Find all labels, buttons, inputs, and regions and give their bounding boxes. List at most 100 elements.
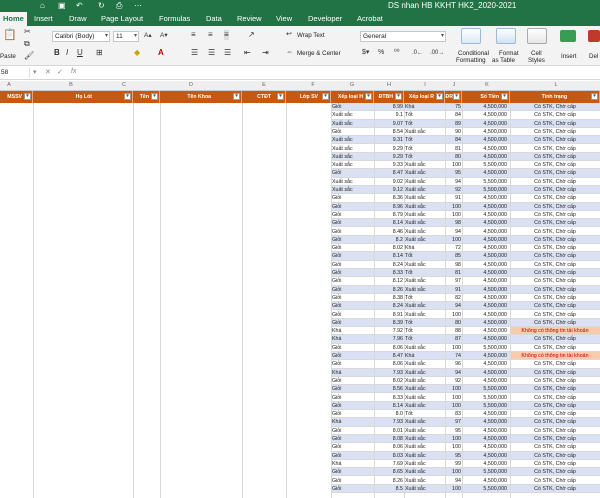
empty-cells[interactable] [0,169,331,178]
cell-xep-loai-r[interactable]: Xuất sắc [404,302,445,311]
cell-xep-loai-r[interactable]: Xuất sắc [404,285,445,294]
cell-dr[interactable]: 87 [445,335,462,344]
cell-tinh-trang[interactable]: Có STK, Chờ cấp [510,477,600,485]
cell-tinh-trang[interactable]: Có STK, Chờ cấp [510,435,600,444]
cell-so-tien[interactable]: 4,500,000 [462,435,510,444]
function-icon[interactable]: fx [71,68,76,75]
cell-dr[interactable]: 88 [445,327,462,336]
cell-dtbh[interactable]: 8.91 [374,311,404,319]
tab-developer[interactable]: Developer [308,12,342,26]
format-as-table-label-2[interactable]: as Table [492,57,515,64]
cell-so-tien[interactable]: 4,500,000 [462,285,510,294]
cell-xep-loai-h[interactable]: Giỏi [331,385,374,394]
cell-dtbh[interactable]: 8.33 [374,394,404,402]
cell-xep-loai-h[interactable]: Giỏi [331,103,374,112]
cell-dtbh[interactable]: 7.93 [374,368,404,377]
cell-xep-loai-r[interactable]: Tốt [404,335,445,344]
cell-dr[interactable]: 94 [445,302,462,311]
cell-dr[interactable]: 100 [445,311,462,319]
save-icon[interactable]: ▣ [58,1,66,11]
cell-tinh-trang[interactable]: Có STK, Chờ cấp [510,269,600,278]
cell-so-tien[interactable]: 4,500,000 [462,327,510,336]
cell-xep-loai-r[interactable]: Xuất sắc [404,377,445,386]
empty-cells[interactable] [0,410,331,418]
cell-tinh-trang[interactable]: Có STK, Chờ cấp [510,360,600,369]
cell-tinh-trang[interactable]: Có STK, Chờ cấp [510,377,600,386]
cell-dtbh[interactable]: 8.47 [374,352,404,361]
cell-dr[interactable]: 94 [445,368,462,377]
header-ctdt[interactable]: CTĐT ▾ [242,91,286,103]
cell-xep-loai-h[interactable]: Xuất sắc [331,161,374,170]
cell-xep-loai-r[interactable]: Khá [404,244,445,253]
cell-xep-loai-h[interactable]: Xuất sắc [331,186,374,195]
header-ten[interactable]: Tên ▾ [133,91,160,103]
cell-dr[interactable]: 97 [445,277,462,286]
cell-xep-loai-h[interactable]: Giỏi [331,311,374,319]
empty-cells[interactable] [0,360,331,368]
empty-cells[interactable] [0,294,331,302]
cell-xep-loai-h[interactable]: Giỏi [331,235,374,245]
cell-so-tien[interactable]: 4,500,000 [462,451,510,460]
cell-xep-loai-h[interactable]: Giỏi [331,360,374,369]
cell-tinh-trang[interactable]: Có STK, Chờ cấp [510,103,600,112]
cell-tinh-trang[interactable]: Có STK, Chờ cấp [510,285,600,294]
empty-cells[interactable] [0,119,331,128]
cell-dtbh[interactable]: 9.31 [374,136,404,145]
cell-so-tien[interactable]: 5,500,000 [462,401,510,411]
cell-tinh-trang[interactable]: Có STK, Chờ cấp [510,202,600,211]
tab-view[interactable]: View [276,12,292,26]
home-icon[interactable]: ⌂ [40,1,45,11]
cell-xep-loai-h[interactable]: Giỏi [331,468,374,477]
cell-xep-loai-h[interactable]: Giỏi [331,294,374,303]
cell-so-tien[interactable]: 4,500,000 [462,244,510,253]
cell-xep-loai-r[interactable]: Xuất sắc [404,418,445,427]
cell-dtbh[interactable]: 9.29 [374,145,404,153]
cell-xep-loai-r[interactable]: Xuất sắc [404,202,445,211]
cell-xep-loai-r[interactable]: Tốt [404,252,445,261]
cell-so-tien[interactable]: 5,500,000 [462,161,510,170]
cell-xep-loai-h[interactable]: Xuất sắc [331,136,374,145]
cell-xep-loai-r[interactable]: Tốt [404,145,445,153]
undo-icon[interactable]: ↶ [76,1,83,11]
empty-cells[interactable] [0,277,331,285]
cell-tinh-trang[interactable]: Có STK, Chờ cấp [510,394,600,402]
header-tinh-trang[interactable]: Tình trạng ▾ [510,91,600,103]
cell-so-tien[interactable]: 4,500,000 [462,219,510,228]
cell-xep-loai-h[interactable]: Giỏi [331,219,374,228]
cell-dr[interactable]: 90 [445,128,462,137]
cell-so-tien[interactable]: 4,500,000 [462,368,510,377]
empty-cells[interactable] [0,477,331,485]
empty-cells[interactable] [0,103,331,112]
cell-so-tien[interactable]: 4,500,000 [462,128,510,137]
empty-cells[interactable] [0,211,331,219]
wrap-text-icon[interactable]: ↩ [286,30,292,40]
cell-dtbh[interactable]: 8.14 [374,219,404,228]
cell-dr[interactable]: 100 [445,394,462,402]
cell-xep-loai-r[interactable]: Tốt [404,119,445,128]
header-lop-sv[interactable]: Lớp SV ▾ [286,91,331,103]
cell-tinh-trang[interactable]: Có STK, Chờ cấp [510,335,600,344]
number-format-select[interactable]: General ▾ [360,31,446,42]
cell-dr[interactable]: 100 [445,344,462,352]
cell-xep-loai-r[interactable]: Xuất sắc [404,435,445,444]
empty-cells[interactable] [0,311,331,319]
cell-so-tien[interactable]: 4,500,000 [462,235,510,245]
cell-so-tien[interactable]: 4,500,000 [462,202,510,211]
empty-cells[interactable] [0,401,331,411]
cell-dr[interactable]: 91 [445,194,462,203]
cell-so-tien[interactable]: 4,500,000 [462,261,510,269]
cell-xep-loai-r[interactable]: Xuất sắc [404,401,445,411]
cell-dr[interactable]: 85 [445,252,462,261]
cell-dtbh[interactable]: 9.33 [374,161,404,170]
increase-decimal-icon[interactable]: .0← [412,48,423,58]
empty-cells[interactable] [0,219,331,228]
cell-so-tien[interactable]: 4,500,000 [462,360,510,369]
cell-dr[interactable]: 100 [445,468,462,477]
cell-tinh-trang[interactable]: Có STK, Chờ cấp [510,211,600,220]
cell-xep-loai-h[interactable]: Giỏi [331,244,374,253]
cell-dtbh[interactable]: 9.29 [374,152,404,162]
tab-acrobat[interactable]: Acrobat [357,12,383,26]
cell-xep-loai-r[interactable]: Xuất sắc [404,261,445,269]
empty-cells[interactable] [0,368,331,377]
cell-xep-loai-h[interactable]: Giỏi [331,277,374,286]
